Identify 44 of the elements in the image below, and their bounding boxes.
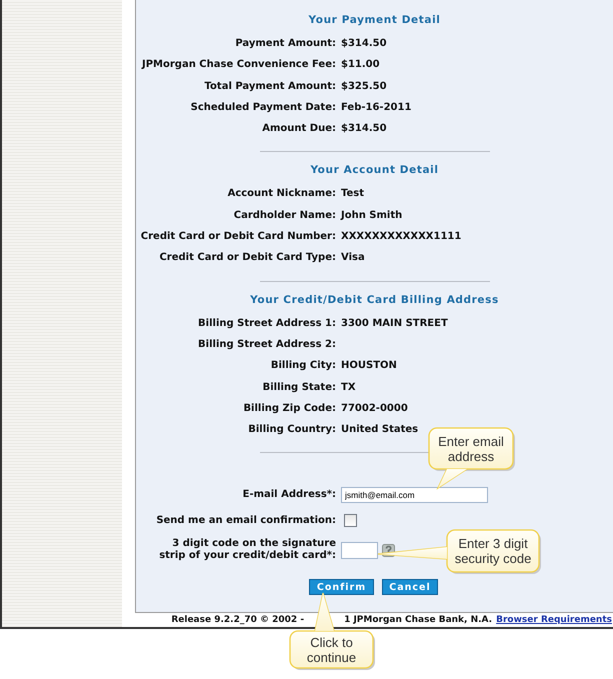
field-value: Visa: [341, 251, 365, 266]
field-label: JPMorgan Chase Convenience Fee:: [140, 58, 336, 72]
email-field[interactable]: jsmith@email.com: [341, 487, 488, 504]
field-label: Billing State:: [262, 380, 336, 395]
confirm-button[interactable]: Confirm: [309, 579, 374, 596]
field-label: Billing Zip Code:: [242, 402, 336, 416]
callout: Enter 3 digit security code: [375, 527, 543, 575]
security-code-field[interactable]: [341, 542, 378, 559]
cancel-button[interactable]: Cancel: [382, 579, 438, 596]
field-label: Account Nickname:: [226, 187, 336, 202]
field-label: Billing City:: [270, 359, 336, 374]
field-value: TX: [341, 380, 356, 395]
field-value: $314.50: [341, 37, 387, 51]
section-title: Your Payment Detail: [308, 13, 442, 28]
field-value: HOUSTON: [341, 359, 397, 374]
field-value: Feb-16-2011: [341, 100, 412, 115]
field-value: $11.00: [341, 58, 380, 72]
field-value: 3300 MAIN STREET: [341, 316, 448, 331]
footer-text: Release 9.2.2_70 © 2002 -: [171, 615, 304, 625]
section-title: Your Account Detail: [309, 163, 440, 178]
field-value: John Smith: [341, 208, 402, 223]
field-value: Test: [341, 187, 364, 202]
field-label: Payment Amount:: [234, 37, 336, 51]
field-value: United States: [341, 423, 418, 438]
field-label: E-mail Address*:: [242, 489, 336, 502]
field-label: Send me an email confirmation:: [155, 514, 336, 527]
field-label: Amount Due:: [261, 122, 336, 136]
field-label: Scheduled Payment Date:: [190, 100, 336, 115]
field-value: XXXXXXXXXXXX1111: [341, 230, 462, 244]
field-label: Billing Street Address 2:: [197, 338, 336, 352]
field-label: Billing Street Address 1:: [197, 316, 336, 331]
confirmation-checkbox[interactable]: [344, 514, 357, 528]
field-label: Cardholder Name:: [232, 208, 336, 223]
field-label: Credit Card or Debit Card Type:: [158, 251, 336, 266]
field-label: 3 digit code on the signature strip of your credit/debit card*:: [158, 538, 336, 562]
field-label: Total Payment Amount:: [204, 80, 336, 94]
footer-text: 1 JPMorgan Chase Bank, N.A.: [344, 615, 492, 625]
field-value: $314.50: [341, 122, 387, 136]
section-title: Your Credit/Debit Card Billing Address: [249, 292, 500, 308]
field-value: 77002-0000: [341, 402, 408, 416]
field-label: Billing Country:: [247, 423, 336, 438]
field-label: Credit Card or Debit Card Number:: [140, 230, 336, 244]
field-value: $325.50: [341, 80, 387, 94]
browser-requirements-link[interactable]: Browser Requirements: [496, 615, 612, 625]
